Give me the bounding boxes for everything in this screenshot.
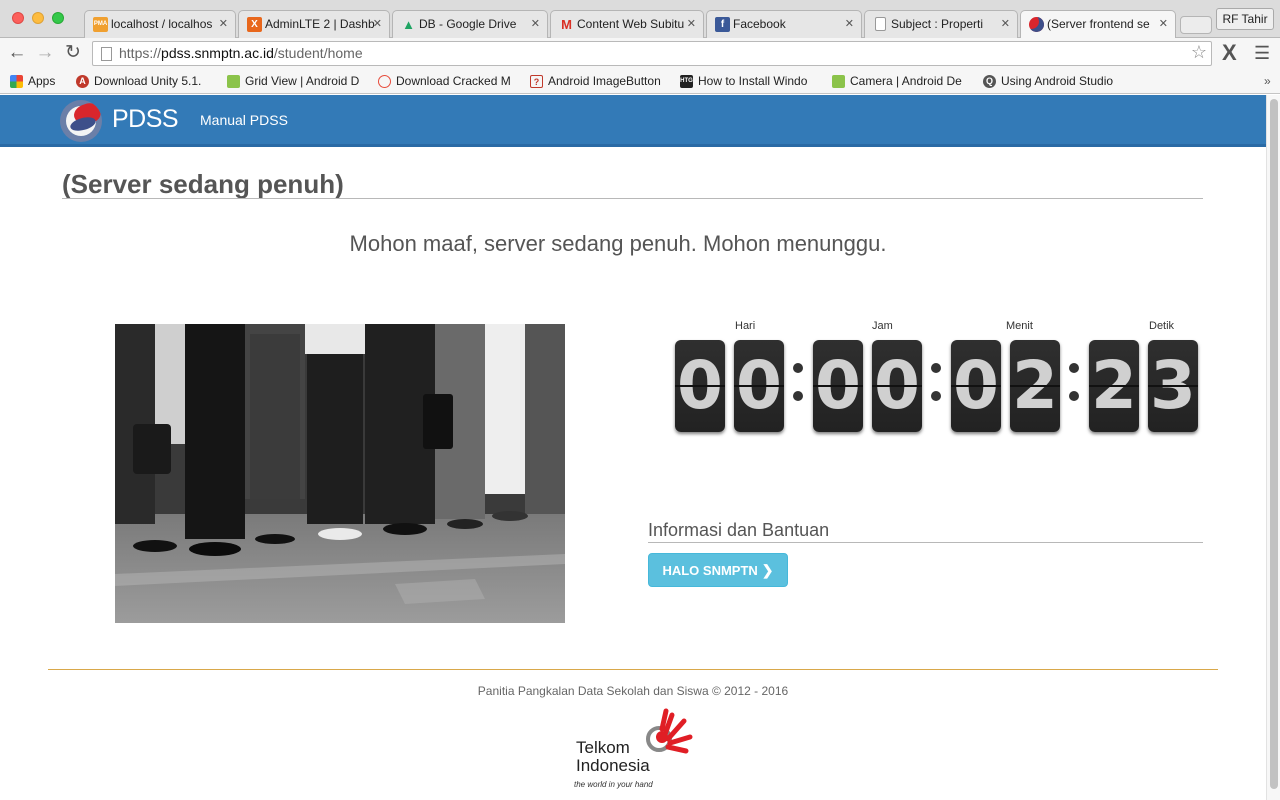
halo-button-label: HALO SNMPTN xyxy=(662,563,758,578)
countdown-digit: 0 xyxy=(813,340,863,432)
info-heading: Informasi dan Bantuan xyxy=(648,520,830,540)
bookmark-item[interactable]: HTG How to Install Windo xyxy=(680,74,816,88)
bookmark-item[interactable]: Q Using Android Studio xyxy=(983,74,1117,88)
close-tab-icon[interactable]: ✕ xyxy=(219,17,228,30)
close-tab-icon[interactable]: ✕ xyxy=(373,17,382,30)
profile-button[interactable]: RF Tahir xyxy=(1216,8,1274,30)
countdown-digit: 2 xyxy=(1010,340,1060,432)
close-tab-icon[interactable]: ✕ xyxy=(845,17,854,30)
minimize-window-button[interactable] xyxy=(32,12,44,24)
close-tab-icon[interactable]: ✕ xyxy=(1001,17,1010,30)
footer-copyright: Panitia Pangkalan Data Sekolah dan Siswa… xyxy=(477,684,789,698)
android-icon xyxy=(832,75,845,88)
bookmark-item[interactable]: ? Android ImageButton xyxy=(530,74,666,88)
telkom-tagline: the world in your hand xyxy=(574,780,653,789)
bookmark-item[interactable]: Download Cracked M xyxy=(378,74,514,88)
bookmark-item[interactable]: Camera | Android De xyxy=(832,74,968,88)
crowd-queue-photo xyxy=(115,324,565,623)
bookmarks-bar: Apps A Download Unity 5.1. Grid View | A… xyxy=(0,70,1280,94)
bookmark-item[interactable]: A Download Unity 5.1. xyxy=(76,74,212,88)
bookmark-item[interactable]: Apps xyxy=(10,74,70,88)
maximize-window-button[interactable] xyxy=(52,12,64,24)
scrollbar-thumb[interactable] xyxy=(1270,99,1278,789)
countdown-digit: 0 xyxy=(734,340,784,432)
phpmyadmin-icon: PMA xyxy=(93,17,108,32)
page-info-icon[interactable] xyxy=(101,47,112,61)
pdss-logo[interactable] xyxy=(60,100,102,142)
page-viewport: PDSS Manual PDSS (Server sedang penuh) M… xyxy=(0,95,1266,800)
countdown-digit: 0 xyxy=(872,340,922,432)
unity-icon: A xyxy=(76,75,89,88)
browser-menu-icon[interactable]: ☰ xyxy=(1254,43,1270,64)
reload-icon[interactable]: ↻ xyxy=(62,42,84,64)
countdown-separator xyxy=(793,363,803,403)
browser-tab[interactable]: f Facebook ✕ xyxy=(706,10,862,38)
site-brand[interactable]: PDSS xyxy=(112,105,179,134)
divider xyxy=(648,542,1203,543)
browser-tab[interactable]: X AdminLTE 2 | Dashb ✕ xyxy=(238,10,390,38)
close-tab-icon[interactable]: ✕ xyxy=(531,17,540,30)
browser-tab[interactable]: PMA localhost / localhos ✕ xyxy=(84,10,236,38)
countdown-separator xyxy=(931,363,941,403)
countdown-digit: 0 xyxy=(951,340,1001,432)
browser-tab[interactable]: M Content Web Subitu ✕ xyxy=(550,10,704,38)
android-icon xyxy=(227,75,240,88)
site-navbar: PDSS Manual PDSS xyxy=(0,95,1266,147)
countdown-separator xyxy=(1069,363,1079,403)
back-arrow-icon[interactable]: ← xyxy=(6,42,28,64)
pdss-icon xyxy=(1029,17,1044,32)
address-bar[interactable]: https://pdss.snmptn.ac.id/student/home ☆ xyxy=(92,41,1212,66)
new-tab-button[interactable] xyxy=(1180,16,1212,34)
telkom-indonesia-logo: Telkom Indonesia the world in your hand xyxy=(572,707,697,792)
htg-icon: HTG xyxy=(680,75,693,88)
halo-snmptn-button[interactable]: HALO SNMPTN ❯ xyxy=(648,553,788,587)
android-studio-icon: Q xyxy=(983,75,996,88)
document-icon xyxy=(875,17,886,31)
browser-tab-active[interactable]: (Server frontend se ✕ xyxy=(1020,10,1176,39)
browser-tab[interactable]: Subject : Properti ✕ xyxy=(864,10,1018,38)
bookmark-item[interactable]: Grid View | Android D xyxy=(227,74,363,88)
close-tab-icon[interactable]: ✕ xyxy=(1159,17,1168,30)
apple-icon xyxy=(378,75,391,88)
countdown-label-days: Hari xyxy=(735,320,756,332)
countdown-label-minutes: Menit xyxy=(1006,320,1033,332)
bookmark-star-icon[interactable]: ☆ xyxy=(1191,42,1207,63)
browser-toolbar: ← → ↻ https://pdss.snmptn.ac.id/student/… xyxy=(0,38,1280,70)
page-title: (Server sedang penuh) xyxy=(62,169,344,199)
page-scrollbar[interactable] xyxy=(1266,95,1280,800)
browser-tab[interactable]: ▲ DB - Google Drive ✕ xyxy=(392,10,548,38)
footer-divider xyxy=(48,669,1218,670)
divider xyxy=(62,198,1203,199)
xampp-icon: X xyxy=(247,17,262,32)
chevron-right-icon: ❯ xyxy=(761,562,774,578)
gmail-icon: M xyxy=(561,17,572,32)
question-icon: ? xyxy=(530,75,543,88)
countdown-digit: 2 xyxy=(1089,340,1139,432)
extension-x-icon[interactable]: X xyxy=(1222,40,1237,66)
countdown-label-hours: Jam xyxy=(872,320,893,332)
countdown-label-seconds: Detik xyxy=(1149,320,1175,332)
telkom-wordmark: Telkom Indonesia xyxy=(576,738,650,775)
close-window-button[interactable] xyxy=(12,12,24,24)
forward-arrow-icon[interactable]: → xyxy=(34,42,56,64)
countdown-digit: 3 xyxy=(1148,340,1198,432)
countdown-digit: 0 xyxy=(675,340,725,432)
facebook-icon: f xyxy=(715,17,730,32)
apps-grid-icon xyxy=(10,75,23,88)
bookmarks-overflow-button[interactable]: » xyxy=(1264,74,1271,88)
nav-link-manual[interactable]: Manual PDSS xyxy=(200,112,288,128)
browser-tab-strip: PMA localhost / localhos ✕ X AdminLTE 2 … xyxy=(0,0,1280,39)
google-drive-icon: ▲ xyxy=(402,17,415,32)
server-full-message: Mohon maaf, server sedang penuh. Mohon m… xyxy=(349,231,887,256)
close-tab-icon[interactable]: ✕ xyxy=(687,17,696,30)
